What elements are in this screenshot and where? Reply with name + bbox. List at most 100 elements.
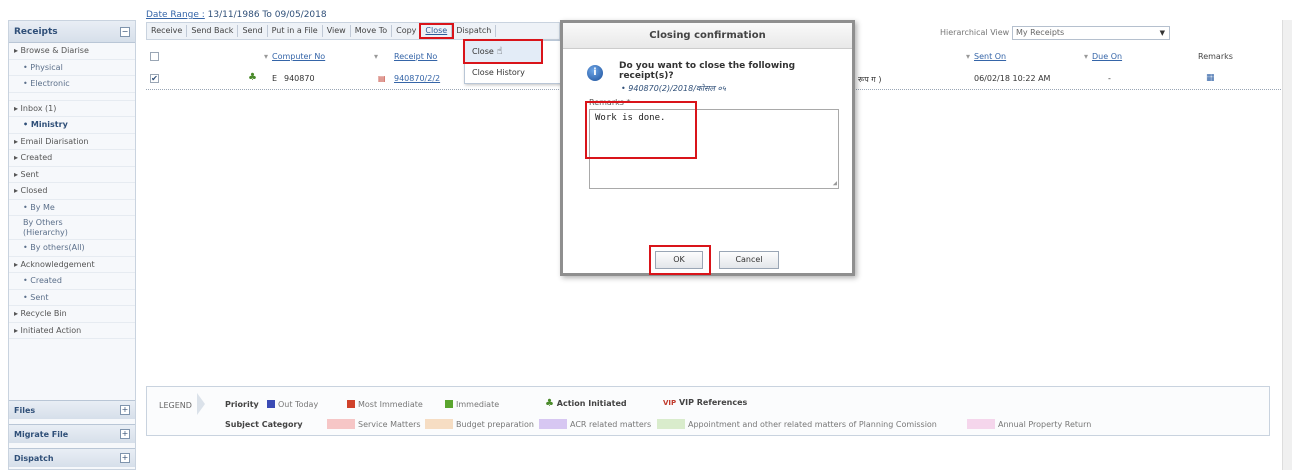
legend-budget-preparation: Budget preparation <box>425 419 534 429</box>
row-sent-on: 06/02/18 10:22 AM <box>974 74 1051 83</box>
legend-immediate: Immediate <box>445 400 499 409</box>
vip-icon: VIP <box>663 399 677 407</box>
legend-annual-property: Annual Property Return <box>967 419 1091 429</box>
sidebar-item-ack-created[interactable]: • Created <box>9 273 135 290</box>
row-subject-tail: रूप ग ) <box>858 75 882 84</box>
menu-item-close-label: Close <box>472 47 494 56</box>
legend-action-initiated-label: Action Initiated <box>556 399 627 408</box>
dropdown-arrow-icon: ▼ <box>1159 29 1165 37</box>
row-receipt-no[interactable]: 940870/2/2 <box>394 74 440 83</box>
col-computer-no[interactable]: Computer No <box>272 52 325 61</box>
hierarchical-view-label: Hierarchical View <box>940 28 1010 37</box>
menu-item-close[interactable]: Close ☝ <box>463 39 543 64</box>
legend-immediate-label: Immediate <box>456 400 500 409</box>
hierarchical-view-select[interactable]: My Receipts ▼ <box>1012 26 1170 40</box>
dispatch-button[interactable]: Dispatch <box>452 25 497 37</box>
action-toolbar: Receive Send Back Send Put in a File Vie… <box>146 22 560 40</box>
swatch <box>539 419 567 429</box>
action-initiated-icon: ♣ <box>545 398 554 409</box>
date-range-value: 13/11/1986 To 09/05/2018 <box>207 10 327 20</box>
put-in-file-button[interactable]: Put in a File <box>268 25 323 37</box>
remarks-text: Work is done. <box>595 113 666 123</box>
document-icon[interactable]: ▤ <box>378 74 386 83</box>
sidebar-item-email-diarisation[interactable]: ▸ Email Diarisation <box>9 134 135 150</box>
sort-icon[interactable]: ▾ <box>264 52 268 61</box>
sidebar-header-receipts[interactable]: Receipts − <box>9 21 135 43</box>
select-all-checkbox[interactable] <box>150 52 159 63</box>
date-range-link[interactable]: Date Range : <box>146 10 205 20</box>
col-sent-on[interactable]: Sent On <box>974 52 1006 61</box>
sidebar-item-electronic[interactable]: • Electronic <box>9 76 135 93</box>
expand-icon[interactable]: + <box>120 405 130 415</box>
swatch <box>327 419 355 429</box>
sidebar-item-ministry[interactable]: • Ministry <box>9 117 135 134</box>
sidebar-panel-files[interactable]: Files + <box>9 400 135 419</box>
hierarchical-view-value: My Receipts <box>1016 28 1065 37</box>
panel-title-migrate-file: Migrate File <box>14 429 69 439</box>
sidebar-item-recycle-bin[interactable]: ▸ Recycle Bin <box>9 306 135 323</box>
view-button[interactable]: View <box>323 25 351 37</box>
dialog-receipt-item: • 940870(2)/2018/कोसल ०५ <box>621 84 726 93</box>
col-receipt-no[interactable]: Receipt No <box>394 52 437 61</box>
sort-icon[interactable]: ▾ <box>966 52 970 61</box>
sidebar-item-closed[interactable]: ▸ Closed <box>9 183 135 200</box>
sidebar-item-acknowledgement[interactable]: ▸ Acknowledgement <box>9 257 135 273</box>
legend-most-immediate: Most Immediate <box>347 400 423 409</box>
dialog-question: Do you want to close the following recei… <box>619 61 796 81</box>
send-button[interactable]: Send <box>238 25 268 37</box>
sidebar-item-initiated-action[interactable]: ▸ Initiated Action <box>9 323 135 339</box>
swatch <box>445 400 453 408</box>
expand-icon[interactable]: + <box>120 453 130 463</box>
legend-appointment-label: Appointment and other related matters of… <box>688 420 937 429</box>
sidebar-item-by-others-all[interactable]: • By others(All) <box>9 240 135 257</box>
sidebar-item-sent[interactable]: ▸ Sent <box>9 167 135 183</box>
sort-icon[interactable]: ▾ <box>1084 52 1088 61</box>
copy-button[interactable]: Copy <box>392 25 422 37</box>
legend-action-initiated: ♣ Action Initiated <box>545 398 627 409</box>
date-range: Date Range : 13/11/1986 To 09/05/2018 <box>146 10 327 20</box>
row-due-on: - <box>1108 74 1111 83</box>
legend-appointment: Appointment and other related matters of… <box>657 419 937 429</box>
legend-vip: VIP VIP References <box>663 398 747 407</box>
sidebar-panel-dispatch[interactable]: Dispatch + <box>9 448 135 467</box>
info-icon: i <box>587 65 603 81</box>
remarks-label: Remarks * <box>589 98 631 107</box>
sidebar-item-browse-diarise[interactable]: ▸ Browse & Diarise <box>9 43 135 60</box>
legend-acr-related: ACR related matters <box>539 419 651 429</box>
remarks-textarea[interactable]: Work is done. ◢ <box>589 109 839 189</box>
expand-icon[interactable]: + <box>120 429 130 439</box>
close-button[interactable]: Close <box>419 23 455 39</box>
sidebar-item-by-others-label: By Others <box>23 218 63 227</box>
sidebar-item-by-others-hierarchy[interactable]: By Others (Hierarchy) <box>9 216 135 240</box>
row-computer-no: 940870 <box>284 74 315 83</box>
panel-title-dispatch: Dispatch <box>14 453 54 463</box>
sidebar-panel-migrate-file[interactable]: Migrate File + <box>9 424 135 443</box>
col-remarks: Remarks <box>1198 52 1233 61</box>
remarks-note-icon[interactable]: ▦ <box>1206 73 1215 83</box>
action-initiated-icon: ♣ <box>248 72 257 83</box>
swatch <box>267 400 275 408</box>
cancel-button[interactable]: Cancel <box>719 251 779 269</box>
legend-most-immediate-label: Most Immediate <box>358 400 423 409</box>
legend-annual-property-label: Annual Property Return <box>998 420 1092 429</box>
resize-grip-icon[interactable]: ◢ <box>833 179 837 187</box>
legend-budget-preparation-label: Budget preparation <box>456 420 534 429</box>
sidebar-item-by-me[interactable]: • By Me <box>9 200 135 216</box>
receive-button[interactable]: Receive <box>147 25 188 37</box>
sidebar-header-title: Receipts <box>14 26 58 37</box>
collapse-icon[interactable]: − <box>120 26 130 37</box>
vertical-scrollbar[interactable] <box>1282 20 1292 470</box>
row-checkbox[interactable] <box>150 74 159 83</box>
sidebar-item-created[interactable]: ▸ Created <box>9 150 135 167</box>
sort-icon[interactable]: ▾ <box>374 52 378 61</box>
move-to-button[interactable]: Move To <box>351 25 393 37</box>
swatch <box>347 400 355 408</box>
sidebar-item-physical[interactable]: • Physical <box>9 60 135 76</box>
sidebar-item-inbox[interactable]: ▸ Inbox (1) <box>9 101 135 117</box>
send-back-button[interactable]: Send Back <box>187 25 239 37</box>
ok-button[interactable]: OK <box>655 251 703 269</box>
row-type: E <box>272 74 278 83</box>
sidebar-item-ack-sent[interactable]: • Sent <box>9 290 135 306</box>
col-due-on[interactable]: Due On <box>1092 52 1122 61</box>
closing-confirmation-dialog: Closing confirmation i Do you want to cl… <box>560 20 855 276</box>
